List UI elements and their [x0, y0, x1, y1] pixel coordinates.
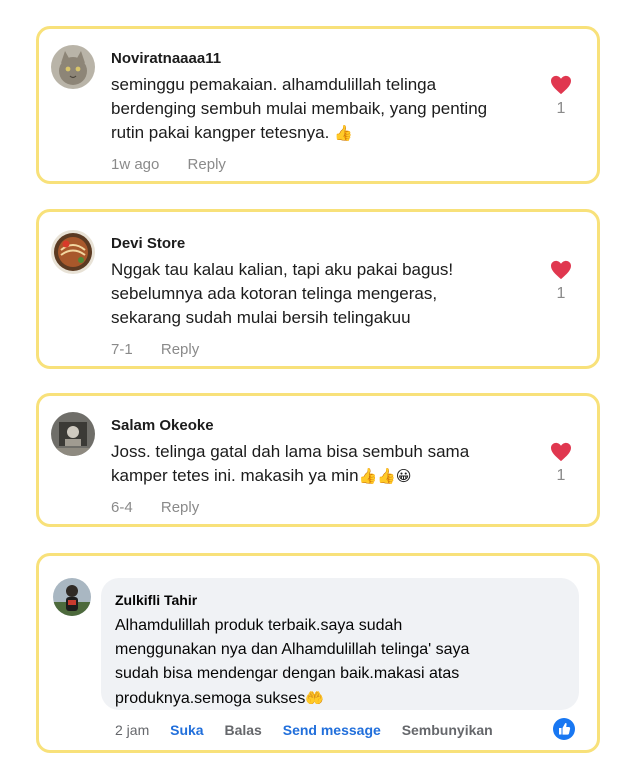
reply-button[interactable]: Balas: [224, 722, 261, 738]
comments-page: Noviratnaaaa11 seminggu pemakaian. alham…: [0, 0, 640, 764]
comment-bubble: Zulkifli Tahir Alhamdulillah produk terb…: [101, 578, 579, 710]
comment-time: 2 jam: [115, 722, 150, 738]
comment-text: seminggu pemakaian. alhamdulillah teling…: [111, 75, 488, 142]
comment-card: Devi Store Nggak tau kalau kalian, tapi …: [36, 209, 600, 369]
thumbs-up-icon[interactable]: [553, 718, 575, 740]
comment-actions: 2 jam Suka Balas Send message Sembunyika…: [115, 720, 510, 740]
emoji-group: 👍👍😀: [358, 467, 412, 485]
comment-meta: 7-1 Reply: [111, 340, 537, 360]
comment-text: Nggak tau kalau kalian, tapi aku pakai b…: [111, 260, 454, 327]
comment-card: Salam Okeoke Joss. telinga gatal dah lam…: [36, 393, 600, 527]
comment-author[interactable]: Salam Okeoke: [111, 416, 537, 436]
like-button[interactable]: 1: [549, 260, 573, 304]
like-count: 1: [556, 285, 566, 302]
like-button[interactable]: 1: [549, 442, 573, 486]
comment-text: Alhamdulillah produk terbaik.saya sudah …: [115, 617, 470, 707]
comment-time: 7-1: [111, 341, 133, 358]
send-message-button[interactable]: Send message: [283, 722, 381, 738]
comment-text-wrap: Alhamdulillah produk terbaik.saya sudah …: [115, 614, 565, 711]
fb-comment-card: Zulkifli Tahir Alhamdulillah produk terb…: [36, 553, 600, 753]
comment-author[interactable]: Noviratnaaaa11: [111, 49, 537, 69]
person-avatar-icon[interactable]: [53, 578, 91, 616]
heart-icon: [551, 75, 571, 95]
comment-body: Noviratnaaaa11 seminggu pemakaian. alham…: [111, 49, 537, 175]
reply-button[interactable]: Reply: [188, 156, 226, 173]
comment-time: 6-4: [111, 499, 133, 516]
comment-body: Devi Store Nggak tau kalau kalian, tapi …: [111, 234, 537, 360]
cat-avatar-icon[interactable]: [51, 45, 95, 89]
photo-avatar-icon[interactable]: [51, 412, 95, 456]
reply-button[interactable]: Reply: [161, 499, 199, 516]
comment-card: Noviratnaaaa11 seminggu pemakaian. alham…: [36, 26, 600, 184]
hands-emoji: 🤲: [305, 689, 325, 707]
comment-text-wrap: Joss. telinga gatal dah lama bisa sembuh…: [111, 440, 537, 488]
comment-text-wrap: seminggu pemakaian. alhamdulillah teling…: [111, 73, 537, 145]
hide-button[interactable]: Sembunyikan: [402, 722, 493, 738]
thumbs-up-emoji: 👍: [334, 124, 353, 142]
like-count: 1: [556, 467, 566, 484]
comment-time: 1w ago: [111, 156, 160, 173]
comment-text: Joss. telinga gatal dah lama bisa sembuh…: [111, 442, 470, 485]
comment-author[interactable]: Zulkifli Tahir: [115, 590, 565, 610]
comment-meta: 1w ago Reply: [111, 155, 537, 175]
like-button[interactable]: 1: [549, 75, 573, 119]
comment-body: Salam Okeoke Joss. telinga gatal dah lam…: [111, 416, 537, 518]
like-count: 1: [556, 100, 566, 117]
comment-meta: 6-4 Reply: [111, 498, 537, 518]
like-button[interactable]: Suka: [170, 722, 203, 738]
heart-icon: [551, 260, 571, 280]
heart-icon: [551, 442, 571, 462]
reply-button[interactable]: Reply: [161, 341, 199, 358]
food-avatar-icon[interactable]: [51, 230, 95, 274]
comment-author[interactable]: Devi Store: [111, 234, 537, 254]
